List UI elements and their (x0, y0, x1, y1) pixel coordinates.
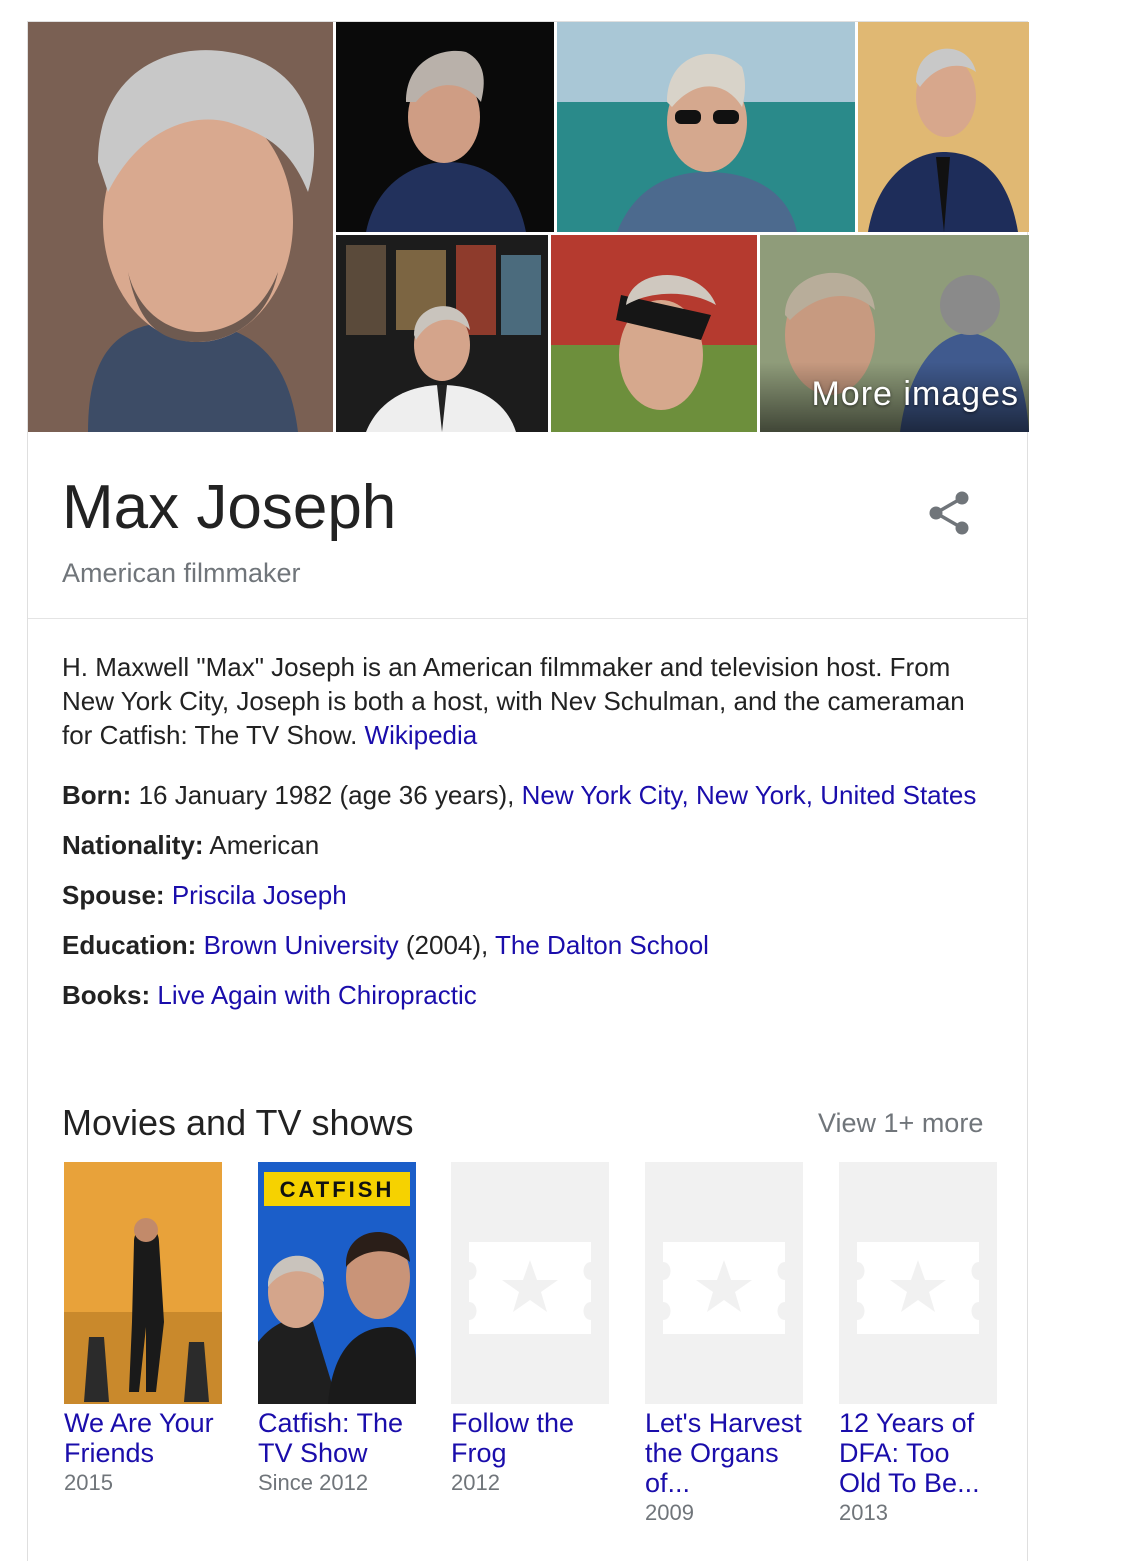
education-link-1[interactable]: Brown University (204, 930, 399, 960)
movie-year: 2013 (839, 1500, 888, 1525)
movie-title[interactable]: 12 Years of DFA: Too Old To Be... (839, 1408, 999, 1498)
movie-item[interactable]: Follow the Frog 2012 (451, 1162, 611, 1498)
facts-list: Born: 16 January 1982 (age 36 years), Ne… (62, 778, 1002, 1028)
description: H. Maxwell "Max" Joseph is an American f… (62, 650, 1002, 752)
education-year: (2004), (405, 930, 489, 960)
fact-education: Education: Brown University (2004), The … (62, 928, 1002, 962)
movie-year: 2015 (64, 1470, 113, 1495)
placeholder-ticket-icon[interactable] (645, 1162, 803, 1404)
fact-label: Books: (62, 980, 151, 1010)
movie-title[interactable]: Follow the Frog (451, 1408, 611, 1468)
share-icon[interactable] (924, 488, 974, 538)
fact-born: Born: 16 January 1982 (age 36 years), Ne… (62, 778, 1002, 812)
movie-poster[interactable] (64, 1162, 222, 1404)
movie-year: 2009 (645, 1500, 694, 1525)
title-block: Max Joseph American filmmaker (28, 432, 1027, 619)
movie-title[interactable]: Catfish: The TV Show (258, 1408, 418, 1468)
photo-thumb-4[interactable] (858, 22, 1029, 232)
placeholder-ticket-icon[interactable] (839, 1162, 997, 1404)
movie-item[interactable]: Let's Harvest the Organs of... 2009 (645, 1162, 805, 1528)
fact-label: Education: (62, 930, 197, 960)
entity-name: Max Joseph (62, 473, 397, 542)
fact-spouse: Spouse: Priscila Joseph (62, 878, 1002, 912)
fact-value: 16 January 1982 (age 36 years), (138, 780, 515, 810)
more-images-label[interactable]: More images (811, 375, 1019, 414)
description-text: H. Maxwell "Max" Joseph is an American f… (62, 652, 965, 750)
education-link-2[interactable]: The Dalton School (495, 930, 709, 960)
wikipedia-link[interactable]: Wikipedia (365, 720, 478, 750)
fact-books: Books: Live Again with Chiropractic (62, 978, 1002, 1012)
fact-label: Spouse: (62, 880, 165, 910)
entity-subtitle: American filmmaker (62, 558, 301, 588)
book-link[interactable]: Live Again with Chiropractic (157, 980, 476, 1010)
image-mosaic: More images (28, 22, 1029, 432)
poster-catfish-text: CATFISH (280, 1177, 395, 1202)
knowledge-panel: More images Max Joseph American filmmake… (27, 21, 1029, 1562)
movie-title[interactable]: Let's Harvest the Organs of... (645, 1408, 805, 1498)
movie-title[interactable]: We Are Your Friends (64, 1408, 224, 1468)
movies-section-title: Movies and TV shows (62, 1102, 414, 1143)
more-images-tile[interactable]: More images (760, 235, 1029, 432)
photo-thumb-5[interactable] (336, 235, 548, 432)
photo-thumb-2[interactable] (336, 22, 554, 232)
photo-thumb-6[interactable] (551, 235, 757, 432)
placeholder-ticket-icon[interactable] (451, 1162, 609, 1404)
movie-item[interactable]: We Are Your Friends 2015 (64, 1162, 224, 1498)
main-photo[interactable] (28, 22, 333, 432)
movie-item[interactable]: 12 Years of DFA: Too Old To Be... 2013 (839, 1162, 999, 1528)
fact-nationality: Nationality: American (62, 828, 1002, 862)
photo-thumb-3[interactable] (557, 22, 855, 232)
birthplace-link[interactable]: New York City, New York, United States (522, 780, 977, 810)
movies-carousel: We Are Your Friends 2015 CATFISH Catfish… (28, 1162, 1029, 1562)
movie-year: 2012 (451, 1470, 500, 1495)
movie-item[interactable]: CATFISH Catfish: The TV Show Since 2012 (258, 1162, 418, 1498)
movie-poster[interactable]: CATFISH (258, 1162, 416, 1404)
movie-year: Since 2012 (258, 1470, 369, 1495)
fact-label: Born: (62, 780, 132, 810)
fact-label: Nationality: (62, 830, 204, 860)
spouse-link[interactable]: Priscila Joseph (172, 880, 347, 910)
view-more-link[interactable]: View 1+ more (818, 1108, 983, 1139)
fact-value: American (209, 830, 320, 860)
